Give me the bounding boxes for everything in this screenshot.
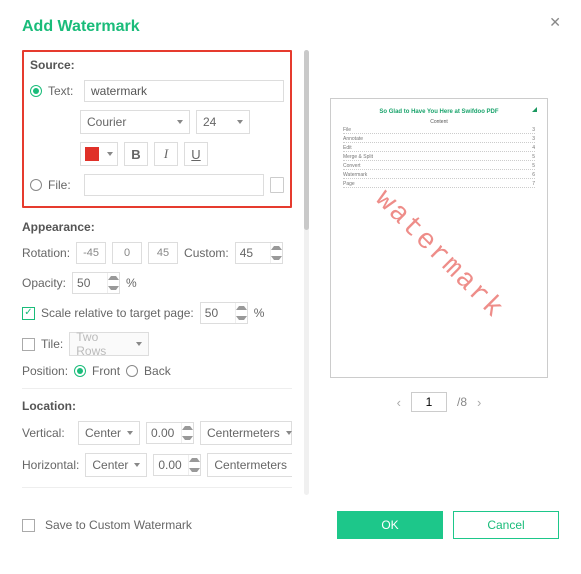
source-heading: Source: [30,58,284,72]
opacity-label: Opacity: [22,276,66,290]
horizontal-unit-select[interactable]: Centermeters [207,453,292,477]
bold-button[interactable]: B [124,142,148,166]
location-heading: Location: [22,399,292,413]
horizontal-align-value: Center [92,458,128,472]
font-select-value: Courier [87,115,126,129]
close-icon[interactable]: ✕ [549,14,561,31]
rotation-label: Rotation: [22,246,70,260]
front-label: Front [92,364,120,378]
text-label: Text: [48,84,78,98]
chevron-up-icon[interactable] [182,426,193,430]
back-label: Back [144,364,171,378]
appearance-heading: Appearance: [22,220,292,234]
vertical-unit-value: Centermeters [207,426,280,440]
scrollbar[interactable] [304,50,309,495]
file-path-input[interactable] [84,174,264,196]
watermark-text-input[interactable] [84,80,284,102]
custom-rotation-spinner[interactable] [235,242,283,264]
chevron-up-icon[interactable] [108,276,119,280]
page-total: /8 [457,395,467,409]
chevron-down-icon[interactable] [182,436,193,440]
custom-label: Custom: [184,246,229,260]
pager: ‹ /8 › [397,392,482,412]
preview-page: So Glad to Have You Here at Swifdoo PDF … [330,98,548,378]
preview-doc-title: So Glad to Have You Here at Swifdoo PDF [343,109,535,115]
vertical-unit-select[interactable]: Centermeters [200,421,292,445]
color-swatch-icon [85,147,99,161]
opacity-value[interactable] [73,273,107,293]
next-page-button[interactable]: › [477,395,481,410]
horizontal-label: Horizontal: [22,458,79,472]
font-select[interactable]: Courier [80,110,190,134]
rot-neg45-button[interactable]: -45 [76,242,106,264]
file-browse-icon[interactable] [270,177,284,193]
chevron-up-icon[interactable] [189,458,200,462]
font-size-value: 24 [203,115,216,129]
chevron-up-icon[interactable] [271,246,282,250]
chevron-down-icon [127,431,133,435]
preview-watermark-text: watermark [368,184,510,326]
chevron-down-icon [134,463,140,467]
tile-value: Two Rows [76,330,130,358]
horizontal-offset-value[interactable] [154,455,188,475]
tile-checkbox[interactable] [22,338,35,351]
chevron-down-icon [177,120,183,124]
radio-position-back[interactable] [126,365,138,377]
chevron-down-icon[interactable] [236,316,247,320]
horizontal-unit-value: Centermeters [214,458,287,472]
vertical-offset-spinner[interactable] [146,422,194,444]
vertical-label: Vertical: [22,426,72,440]
vertical-offset-value[interactable] [147,423,181,443]
radio-source-file[interactable] [30,179,42,191]
prev-page-button[interactable]: ‹ [397,395,401,410]
position-label: Position: [22,364,68,378]
chevron-down-icon [107,152,113,156]
percent-label-2: % [254,306,265,320]
scale-checkbox[interactable] [22,307,35,320]
horizontal-align-select[interactable]: Center [85,453,147,477]
vertical-align-select[interactable]: Center [78,421,140,445]
custom-rotation-value[interactable] [236,243,270,263]
font-size-select[interactable]: 24 [196,110,250,134]
vertical-align-value: Center [85,426,121,440]
rot-45-button[interactable]: 45 [148,242,178,264]
save-custom-label: Save to Custom Watermark [45,518,192,532]
file-label: File: [48,178,78,192]
chevron-down-icon [237,120,243,124]
tile-select: Two Rows [69,332,149,356]
scale-value[interactable] [201,303,235,323]
percent-label-1: % [126,276,137,290]
preview-sub: Content [343,119,535,125]
radio-source-text[interactable] [30,85,42,97]
dialog-title: Add Watermark [22,18,559,36]
scale-spinner[interactable] [200,302,248,324]
scale-label: Scale relative to target page: [41,306,194,320]
scrollbar-thumb[interactable] [304,50,309,230]
underline-button[interactable]: U [184,142,208,166]
chevron-up-icon[interactable] [236,306,247,310]
doc-flag-icon [532,107,537,112]
chevron-down-icon[interactable] [189,468,200,472]
chevron-down-icon [286,431,292,435]
chevron-down-icon[interactable] [271,256,282,260]
rot-0-button[interactable]: 0 [112,242,142,264]
chevron-down-icon [136,342,142,346]
chevron-down-icon[interactable] [108,286,119,290]
opacity-spinner[interactable] [72,272,120,294]
preview-pane: So Glad to Have You Here at Swifdoo PDF … [319,50,559,495]
source-section: Source: Text: Courier 24 [22,50,292,208]
horizontal-offset-spinner[interactable] [153,454,201,476]
save-custom-checkbox[interactable] [22,519,35,532]
italic-button[interactable]: I [154,142,178,166]
page-number-input[interactable] [411,392,447,412]
radio-position-front[interactable] [74,365,86,377]
footer: Save to Custom Watermark OK Cancel [22,511,559,539]
cancel-button[interactable]: Cancel [453,511,559,539]
color-select[interactable] [80,142,118,166]
ok-button[interactable]: OK [337,511,443,539]
tile-label: Tile: [41,337,63,351]
settings-pane: Source: Text: Courier 24 [22,50,292,495]
